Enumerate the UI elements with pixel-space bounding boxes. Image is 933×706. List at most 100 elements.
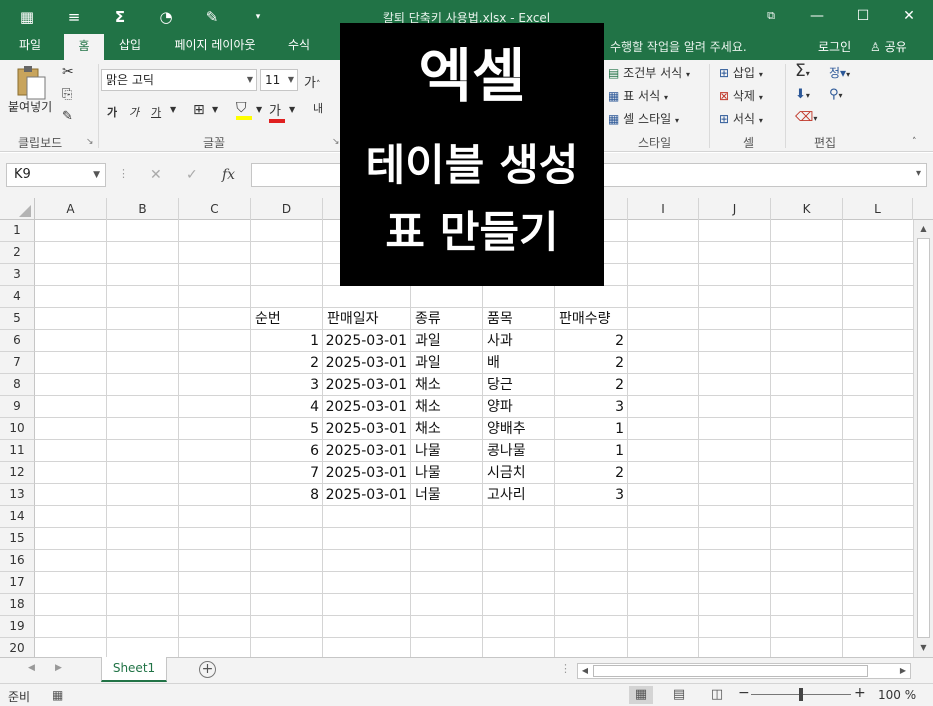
collapse-ribbon-icon[interactable]: ˄: [912, 137, 917, 147]
close-icon[interactable]: ✕: [895, 6, 923, 28]
column-header-l[interactable]: L: [843, 198, 913, 220]
table-cell[interactable]: 2: [251, 352, 323, 374]
find-select-icon[interactable]: ⚲▾: [829, 87, 843, 102]
table-cell[interactable]: 양파: [483, 396, 555, 418]
table-cell[interactable]: 과일: [411, 330, 483, 352]
enter-icon[interactable]: ✓: [186, 167, 198, 183]
dialog-launcher-icon[interactable]: ↘: [86, 137, 94, 147]
row-header-19[interactable]: 19: [0, 616, 35, 638]
maximize-icon[interactable]: ☐: [849, 6, 877, 28]
page-break-view-icon[interactable]: ◫: [705, 686, 729, 704]
table-cell[interactable]: 3: [555, 484, 628, 506]
row-header-7[interactable]: 7: [0, 352, 35, 374]
row-header-16[interactable]: 16: [0, 550, 35, 572]
zoom-level[interactable]: 100 %: [878, 688, 916, 702]
scroll-thumb[interactable]: [917, 238, 930, 638]
tab-formulas[interactable]: 수식: [279, 33, 319, 60]
font-color-button[interactable]: 가: [269, 100, 285, 123]
italic-button[interactable]: 가: [129, 104, 139, 120]
table-cell[interactable]: 너물: [411, 484, 483, 506]
table-cell[interactable]: 2025-03-01: [323, 484, 411, 506]
delete-cells-button[interactable]: ⊠ 삭제 ▾: [719, 87, 763, 104]
fill-icon[interactable]: ⬇▾: [795, 87, 810, 102]
table-cell[interactable]: 채소: [411, 418, 483, 440]
page-layout-view-icon[interactable]: ▤: [667, 686, 691, 704]
scroll-thumb[interactable]: [593, 665, 868, 677]
row-header-14[interactable]: 14: [0, 506, 35, 528]
chevron-down-icon[interactable]: ▼: [212, 105, 218, 114]
vertical-scrollbar[interactable]: ▲ ▼: [913, 220, 933, 657]
table-cell[interactable]: 시금치: [483, 462, 555, 484]
table-cell[interactable]: 3: [555, 396, 628, 418]
tell-me-input[interactable]: 수행할 작업을 알려 주세요.: [610, 38, 747, 55]
bold-button[interactable]: 가: [107, 104, 117, 120]
table-cell[interactable]: 5: [251, 418, 323, 440]
table-cell[interactable]: 나물: [411, 462, 483, 484]
table-cell[interactable]: 나물: [411, 440, 483, 462]
normal-view-icon[interactable]: ▦: [629, 686, 653, 704]
chevron-down-icon[interactable]: ▼: [170, 105, 176, 114]
clear-icon[interactable]: ⌫▾: [795, 110, 817, 125]
row-header-15[interactable]: 15: [0, 528, 35, 550]
row-header-17[interactable]: 17: [0, 572, 35, 594]
table-cell[interactable]: 2025-03-01: [323, 396, 411, 418]
table-cell[interactable]: 2025-03-01: [323, 374, 411, 396]
table-cell[interactable]: 사과: [483, 330, 555, 352]
table-cell[interactable]: 1: [251, 330, 323, 352]
font-name-select[interactable]: 맑은 고딕 ▼: [101, 69, 257, 91]
table-header-cell[interactable]: 종류: [411, 308, 483, 330]
column-header-c[interactable]: C: [179, 198, 251, 220]
table-cell[interactable]: 양배추: [483, 418, 555, 440]
row-header-6[interactable]: 6: [0, 330, 35, 352]
underline-button[interactable]: 가: [151, 104, 161, 120]
table-cell[interactable]: 고사리: [483, 484, 555, 506]
table-cell[interactable]: 2025-03-01: [323, 462, 411, 484]
table-header-cell[interactable]: 순번: [251, 308, 323, 330]
table-cell[interactable]: 2: [555, 352, 628, 374]
font-size-select[interactable]: 11 ▼: [260, 69, 298, 91]
table-header-cell[interactable]: 품목: [483, 308, 555, 330]
table-cell[interactable]: 당근: [483, 374, 555, 396]
wrap-text-button[interactable]: 내: [313, 100, 323, 116]
chevron-down-icon[interactable]: ▼: [289, 105, 295, 114]
row-header-5[interactable]: 5: [0, 308, 35, 330]
prev-sheet-icon[interactable]: ◀: [28, 663, 35, 673]
dialog-launcher-icon[interactable]: ↘: [332, 137, 340, 147]
add-sheet-icon[interactable]: +: [199, 661, 216, 678]
table-cell[interactable]: 7: [251, 462, 323, 484]
table-cell[interactable]: 1: [555, 440, 628, 462]
cancel-icon[interactable]: ✕: [150, 167, 162, 183]
paste-button[interactable]: 붙여넣기: [8, 98, 52, 115]
table-cell[interactable]: 6: [251, 440, 323, 462]
select-all-button[interactable]: [0, 198, 35, 220]
row-header-2[interactable]: 2: [0, 242, 35, 264]
cell-styles-button[interactable]: ▦ 셀 스타일 ▾: [608, 110, 679, 127]
fill-color-icon[interactable]: ⛉: [236, 100, 252, 120]
table-cell[interactable]: 2025-03-01: [323, 330, 411, 352]
insert-function-button[interactable]: fx: [222, 167, 235, 183]
zoom-in-button[interactable]: +: [854, 685, 866, 701]
table-cell[interactable]: 콩나물: [483, 440, 555, 462]
name-box[interactable]: K9 ▼: [6, 163, 106, 187]
table-cell[interactable]: 3: [251, 374, 323, 396]
table-header-cell[interactable]: 판매수량: [555, 308, 628, 330]
scroll-right-icon[interactable]: ▶: [896, 664, 910, 678]
table-header-cell[interactable]: 판매일자: [323, 308, 411, 330]
table-cell[interactable]: 2: [555, 374, 628, 396]
table-cell[interactable]: 2: [555, 330, 628, 352]
column-header-i[interactable]: I: [628, 198, 699, 220]
cut-icon[interactable]: ✂: [62, 64, 74, 80]
chevron-down-icon[interactable]: ▼: [256, 105, 262, 114]
table-cell[interactable]: 과일: [411, 352, 483, 374]
tab-insert[interactable]: 삽입: [110, 33, 150, 60]
row-header-20[interactable]: 20: [0, 638, 35, 657]
row-header-10[interactable]: 10: [0, 418, 35, 440]
login-link[interactable]: 로그인: [818, 38, 851, 55]
column-header-b[interactable]: B: [107, 198, 179, 220]
tab-home[interactable]: 홈: [64, 33, 104, 60]
table-cell[interactable]: 2025-03-01: [323, 440, 411, 462]
format-painter-icon[interactable]: ✎: [62, 109, 73, 124]
row-header-18[interactable]: 18: [0, 594, 35, 616]
horizontal-scrollbar[interactable]: ◀ ▶: [577, 663, 911, 679]
row-header-8[interactable]: 8: [0, 374, 35, 396]
